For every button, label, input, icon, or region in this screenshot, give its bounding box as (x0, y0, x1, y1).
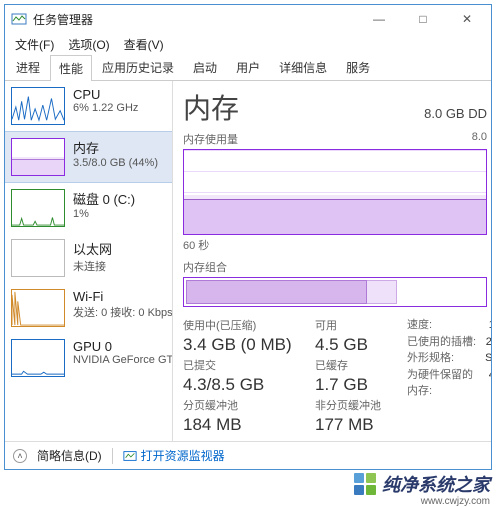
sidebar-item-label: 磁盘 0 (C:) (73, 189, 135, 208)
tab-startup[interactable]: 启动 (184, 54, 226, 80)
sidebar-item-wifi[interactable]: Wi-Fi 发送: 0 接收: 0 Kbps (5, 283, 172, 333)
chevron-up-icon[interactable]: ˄ (13, 449, 27, 463)
minimize-icon: — (373, 12, 385, 26)
titlebar[interactable]: 任务管理器 — □ ✕ (5, 5, 491, 33)
meta-block: 速度: 16 已使用的插槽: 2/2 外形规格: SO 为硬件保留的内存:49 (407, 317, 491, 435)
memory-sparkline (11, 138, 65, 176)
usage-chart-label: 内存使用量 (183, 131, 238, 147)
watermark-url: www.cwjzy.com (421, 496, 490, 507)
fewer-details-button[interactable]: 简略信息(D) (37, 447, 102, 464)
page-title: 内存 (183, 87, 239, 127)
disk-sparkline (11, 189, 65, 227)
tab-app-history[interactable]: 应用历史记录 (93, 54, 183, 80)
meta-value-speed: 16 (489, 317, 491, 334)
meta-value-form: SO (485, 350, 491, 367)
sidebar-item-label: CPU (73, 87, 138, 102)
app-icon (11, 11, 27, 27)
open-resource-monitor-link[interactable]: 打开资源监视器 (123, 447, 225, 464)
sidebar-item-sub: 3.5/8.0 GB (44%) (73, 157, 158, 169)
meta-label-reserved: 为硬件保留的内存: (407, 367, 483, 400)
open-resource-monitor-label: 打开资源监视器 (141, 447, 225, 464)
composition-seg-in-use (186, 280, 367, 304)
sidebar-item-memory[interactable]: 内存 3.5/8.0 GB (44%) (5, 131, 172, 183)
menu-file[interactable]: 文件(F) (9, 34, 60, 55)
footer: ˄ 简略信息(D) 打开资源监视器 (5, 441, 491, 469)
xaxis-left: 60 秒 (183, 237, 209, 253)
window-title: 任务管理器 (33, 11, 357, 28)
memory-usage-chart[interactable] (183, 149, 487, 235)
stat-label-paged: 分页缓冲池 (183, 397, 311, 413)
meta-label-slots: 已使用的插槽: (407, 334, 476, 351)
composition-seg-cached (367, 280, 397, 304)
menu-options[interactable]: 选项(O) (62, 34, 115, 55)
task-manager-window: 任务管理器 — □ ✕ 文件(F) 选项(O) 查看(V) 进程 性能 应用历史… (4, 4, 492, 470)
stat-label-available: 可用 (315, 317, 403, 333)
main-header: 内存 8.0 GB DD (183, 87, 487, 127)
window-buttons: — □ ✕ (357, 5, 489, 33)
sidebar-item-sub: NVIDIA GeForce GT 6 (73, 354, 164, 366)
usage-chart-xaxis: 60 秒 (183, 237, 487, 253)
stat-value-cached: 1.7 GB (315, 375, 403, 395)
wifi-sparkline (11, 289, 65, 327)
watermark-text: 纯净系统之家 (382, 471, 490, 497)
stat-value-nonpaged: 177 MB (315, 415, 403, 435)
sidebar: CPU 6% 1.22 GHz 内存 3.5/8.0 GB (44%) 磁盘 0… (5, 81, 173, 441)
sidebar-item-cpu[interactable]: CPU 6% 1.22 GHz (5, 81, 172, 131)
main-panel: 内存 8.0 GB DD 内存使用量 8.0 60 秒 内存组合 (173, 81, 491, 441)
ethernet-sparkline (11, 239, 65, 277)
sidebar-item-sub: 发送: 0 接收: 0 Kbps (73, 304, 164, 320)
tab-users[interactable]: 用户 (227, 54, 269, 80)
tabs: 进程 性能 应用历史记录 启动 用户 详细信息 服务 (5, 55, 491, 81)
stat-label-committed: 已提交 (183, 357, 311, 373)
meta-label-form: 外形规格: (407, 350, 454, 367)
close-icon: ✕ (462, 12, 472, 26)
stat-value-committed: 4.3/8.5 GB (183, 375, 311, 395)
meta-label-speed: 速度: (407, 317, 432, 334)
stat-label-nonpaged: 非分页缓冲池 (315, 397, 403, 413)
sidebar-item-label: Wi-Fi (73, 289, 164, 304)
memory-composition-chart[interactable] (183, 277, 487, 307)
tab-processes[interactable]: 进程 (7, 54, 49, 80)
cpu-sparkline (11, 87, 65, 125)
sidebar-item-ethernet[interactable]: 以太网 未连接 (5, 233, 172, 283)
sidebar-item-sub: 1% (73, 208, 135, 220)
separator (112, 448, 113, 464)
minimize-button[interactable]: — (357, 5, 401, 33)
stat-value-paged: 184 MB (183, 415, 311, 435)
composition-label: 内存组合 (183, 259, 487, 275)
stat-value-available: 4.5 GB (315, 335, 403, 355)
sidebar-item-disk[interactable]: 磁盘 0 (C:) 1% (5, 183, 172, 233)
monitor-icon (123, 449, 137, 463)
chart-series-in-use (184, 199, 486, 234)
sidebar-item-label: 内存 (73, 138, 158, 157)
stat-value-in-use: 3.4 GB (0 MB) (183, 335, 311, 355)
close-button[interactable]: ✕ (445, 5, 489, 33)
chart-series-committed (184, 195, 486, 199)
usage-chart-yaxis-max: 8.0 (472, 131, 487, 147)
sidebar-item-gpu[interactable]: GPU 0 NVIDIA GeForce GT 6 (5, 333, 172, 383)
body: CPU 6% 1.22 GHz 内存 3.5/8.0 GB (44%) 磁盘 0… (5, 81, 491, 441)
tab-services[interactable]: 服务 (337, 54, 379, 80)
meta-value-reserved: 49 (489, 367, 491, 400)
sidebar-item-sub: 未连接 (73, 258, 112, 274)
page-subtitle: 8.0 GB DD (424, 106, 487, 121)
stats-grid: 使用中(已压缩) 可用 速度:16 已使用的插槽:2/2 外形规格:SO 为硬件… (183, 317, 487, 435)
watermark-logo-icon (354, 473, 376, 495)
maximize-button[interactable]: □ (401, 5, 445, 33)
meta-value-slots: 2/2 (486, 334, 491, 351)
sidebar-item-sub: 6% 1.22 GHz (73, 102, 138, 114)
usage-chart-label-row: 内存使用量 8.0 (183, 131, 487, 147)
stat-label-cached: 已缓存 (315, 357, 403, 373)
maximize-icon: □ (419, 12, 426, 26)
sidebar-item-label: 以太网 (73, 239, 112, 258)
menubar: 文件(F) 选项(O) 查看(V) (5, 33, 491, 55)
menu-view[interactable]: 查看(V) (118, 34, 170, 55)
stat-label-in-use: 使用中(已压缩) (183, 317, 311, 333)
gpu-sparkline (11, 339, 65, 377)
tab-details[interactable]: 详细信息 (270, 54, 336, 80)
watermark: 纯净系统之家 (354, 471, 490, 497)
tab-performance[interactable]: 性能 (50, 55, 92, 81)
sidebar-item-label: GPU 0 (73, 339, 164, 354)
